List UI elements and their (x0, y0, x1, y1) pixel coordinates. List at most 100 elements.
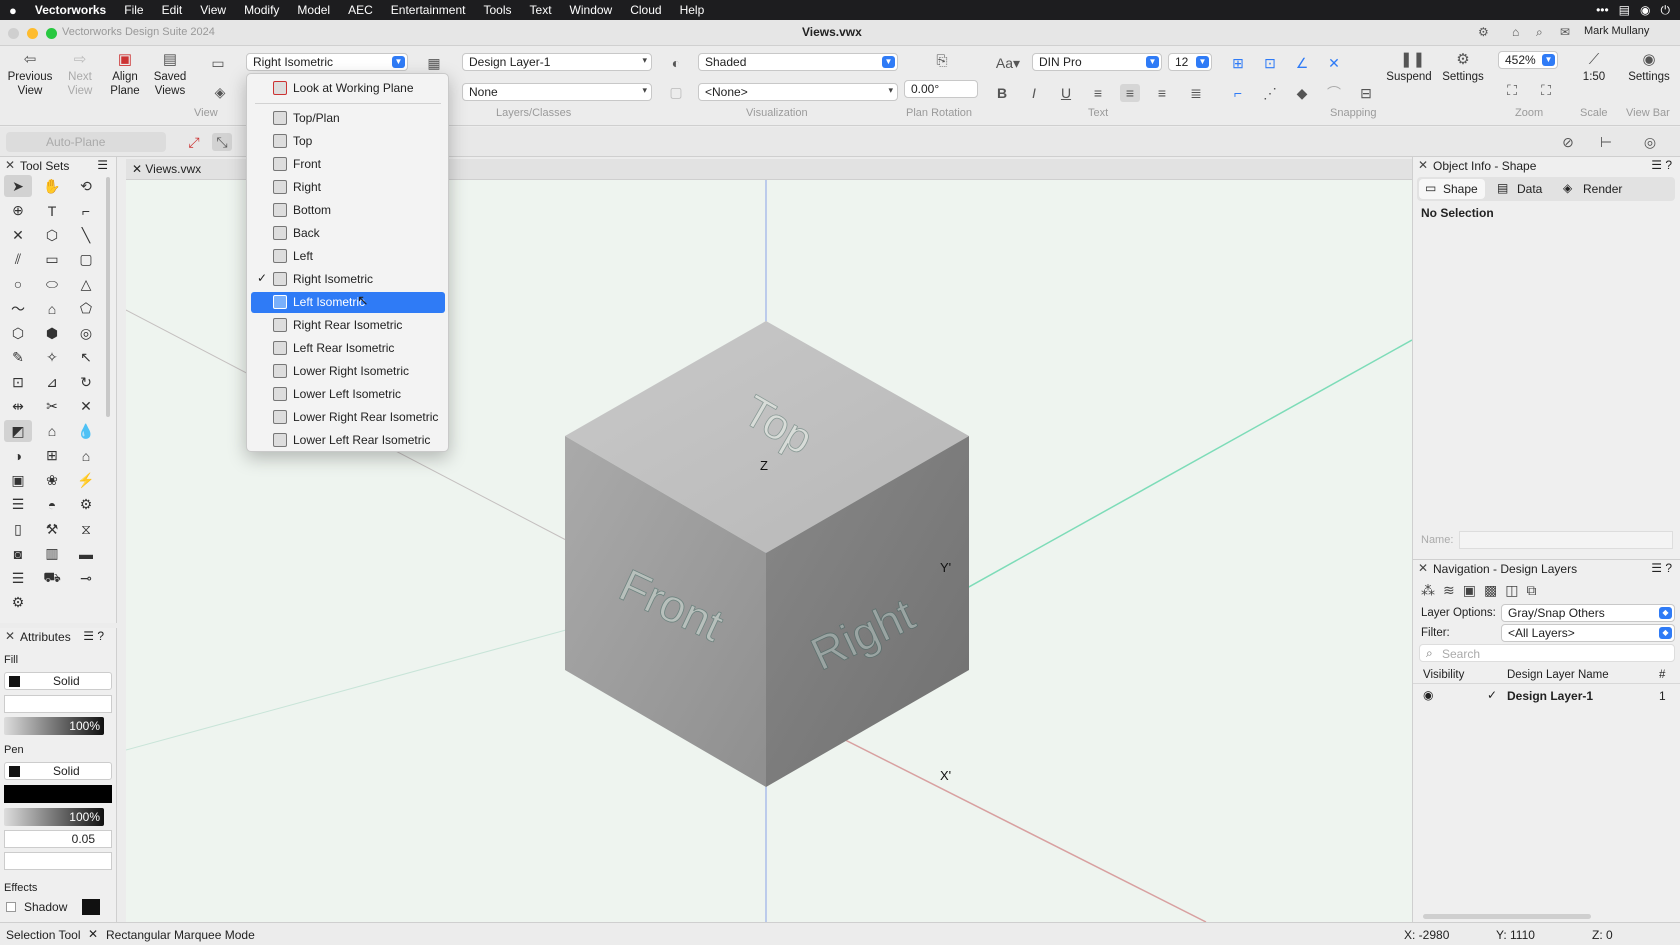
justify-icon[interactable]: ≣ (1186, 84, 1206, 102)
visibility-tool-icon[interactable]: ↖ (72, 347, 100, 369)
view-options-icon[interactable]: ◎ (1640, 133, 1660, 151)
classes-icon[interactable]: ⁂ (1421, 582, 1435, 602)
tab-shape[interactable]: ▭ Shape (1419, 179, 1485, 199)
hide-icon[interactable]: ⊘ (1558, 133, 1578, 151)
menu-item-left-isometric[interactable]: Left Isometric (251, 292, 445, 313)
snap-edge-icon[interactable]: ⌒ (1324, 84, 1344, 102)
text-tool-icon[interactable]: T (38, 200, 66, 222)
3d-locus-tool-icon[interactable]: ⬡ (38, 224, 66, 246)
snap-grid-icon[interactable]: ⊞ (1228, 54, 1248, 72)
shadow-color-swatch[interactable] (82, 899, 100, 915)
layers-icon[interactable]: ≋ (1443, 582, 1455, 602)
pipe-toolset-icon[interactable]: ⊸ (72, 567, 100, 589)
snap-angle-icon[interactable]: ∠ (1292, 54, 1312, 72)
snap-intersection-icon[interactable]: ✕ (1324, 54, 1344, 72)
snap-object-icon[interactable]: ⊡ (1260, 54, 1280, 72)
shadow-checkbox[interactable] (6, 902, 16, 912)
fill-style-select[interactable]: Solid (4, 672, 112, 690)
menu-view[interactable]: View (191, 3, 235, 17)
col-number[interactable]: # (1659, 669, 1665, 681)
working-plane-icon[interactable]: ▭ (208, 54, 228, 72)
search-icon[interactable]: ⌕ (1536, 25, 1543, 40)
gear-toolset-icon[interactable]: ⚙ (4, 592, 32, 614)
spiral-tool-icon[interactable]: ◎ (72, 322, 100, 344)
italic-icon[interactable]: I (1024, 84, 1044, 102)
freehand-tool-icon[interactable]: 〜 (4, 298, 32, 320)
menu-item-bottom[interactable]: Bottom (251, 200, 445, 221)
menu-icon[interactable]: ☰ ? (83, 629, 104, 643)
pen-color-bar[interactable] (4, 785, 112, 803)
align-right-icon[interactable]: ≡ (1152, 84, 1172, 102)
snap-distance-icon[interactable]: ⌐ (1228, 84, 1248, 102)
render-mode-icon[interactable]: ◐ (666, 54, 686, 72)
menu-cloud[interactable]: Cloud (621, 3, 670, 17)
line-tool-icon[interactable]: ╲ (72, 224, 100, 246)
double-line-tool-icon[interactable]: ⫽ (4, 249, 32, 271)
class-combo[interactable]: None ▾ (462, 83, 652, 101)
pen-opacity[interactable]: 100% (4, 808, 104, 826)
tab-data[interactable]: ▤ Data (1491, 179, 1551, 199)
planar-icon[interactable]: ⊢ (1596, 133, 1616, 151)
snap-point-icon[interactable]: ◆ (1292, 84, 1312, 102)
menu-item-right[interactable]: Right (251, 177, 445, 198)
snap-settings-button[interactable]: ⚙ Settings (1436, 52, 1490, 84)
offset-tool-icon[interactable]: ⊿ (38, 371, 66, 393)
tool-sets-scrollbar[interactable] (106, 177, 110, 417)
menu-aec[interactable]: AEC (339, 3, 382, 17)
menu-item-lower-left-rear-isometric[interactable]: Lower Left Rear Isometric (251, 430, 445, 451)
settings-gear-icon[interactable]: ⚙ (1478, 25, 1489, 39)
mode-marquee-icon[interactable]: ⤢ (184, 133, 204, 151)
align-plane-button[interactable]: ▣ Align Plane (104, 52, 146, 98)
saved-views-icon[interactable]: ◫ (1505, 582, 1518, 602)
ruler-toolset-icon[interactable]: ▬ (72, 543, 100, 565)
col-layer-name[interactable]: Design Layer Name (1507, 669, 1609, 681)
menu-item-top[interactable]: Top (251, 131, 445, 152)
references-icon[interactable]: ⧉ (1526, 582, 1536, 602)
more-icon[interactable]: ••• (1596, 3, 1609, 17)
menu-icon[interactable]: ☰ ? (1651, 561, 1672, 575)
visualization-toolset-icon[interactable]: ◑ (4, 445, 32, 467)
zoom-tool-icon[interactable]: ⊕ (4, 200, 32, 222)
zoom-window-button[interactable] (46, 28, 57, 39)
menu-item-left-rear-isometric[interactable]: Left Rear Isometric (251, 338, 445, 359)
rectangle-tool-icon[interactable]: ▭ (38, 249, 66, 271)
camera-toolset-icon[interactable]: ◙ (4, 543, 32, 565)
menu-item-top-plan[interactable]: Top/Plan (251, 108, 445, 129)
close-icon[interactable]: ✕ (88, 927, 98, 941)
door-toolset-icon[interactable]: ▯ (4, 518, 32, 540)
vehicle-toolset-icon[interactable]: ⛟ (38, 567, 66, 589)
line-markers-select[interactable] (4, 852, 112, 870)
menu-model[interactable]: Model (288, 3, 339, 17)
close-icon[interactable]: ✕ (5, 158, 15, 172)
camera-icon[interactable]: ◈ (210, 83, 230, 101)
furniture-toolset-icon[interactable]: ▣ (4, 469, 32, 491)
menu-edit[interactable]: Edit (153, 3, 192, 17)
align-left-icon[interactable]: ≡ (1088, 84, 1108, 102)
control-center-icon[interactable]: ▤ (1619, 3, 1630, 17)
fill-opacity[interactable]: 100% (4, 717, 104, 735)
layer-combo[interactable]: Design Layer-1 ▾ (462, 53, 652, 71)
flyover-tool-icon[interactable]: ⟲ (72, 175, 100, 197)
arc-tool-icon[interactable]: △ (72, 273, 100, 295)
sheet-layers-icon[interactable]: ▣ (1463, 582, 1476, 602)
trim-tool-icon[interactable]: ✂ (38, 396, 66, 418)
fit-objects-icon[interactable]: ⛶ (1536, 81, 1556, 99)
menu-tools[interactable]: Tools (475, 3, 521, 17)
suspend-button[interactable]: ❚❚ Suspend (1384, 52, 1434, 84)
building-toolset-icon[interactable]: ⌂ (38, 420, 66, 442)
pan-tool-icon[interactable]: ✋ (38, 175, 66, 197)
underline-icon[interactable]: U (1056, 84, 1076, 102)
layers-icon[interactable]: ▦ (424, 54, 444, 72)
rotate-tool-icon[interactable]: ↻ (72, 371, 100, 393)
lighting-toolset-icon[interactable]: ⚡ (72, 469, 100, 491)
menu-file[interactable]: File (115, 3, 152, 17)
callout-tool-icon[interactable]: ⌐ (72, 200, 100, 222)
spotlight-toolset-icon[interactable]: ◓ (38, 494, 66, 516)
machine-toolset-icon[interactable]: ⚙ (72, 494, 100, 516)
layer-search-input[interactable]: ⌕ Search (1419, 644, 1675, 662)
menu-help[interactable]: Help (671, 3, 714, 17)
next-view-button[interactable]: ⇨ Next View (60, 52, 100, 98)
table-row[interactable]: ◉ ✓ Design Layer-1 1 (1413, 686, 1680, 706)
render-mode-combo[interactable]: Shaded ▼ (698, 53, 898, 71)
font-size-combo[interactable]: 12 ▼ (1168, 53, 1212, 71)
